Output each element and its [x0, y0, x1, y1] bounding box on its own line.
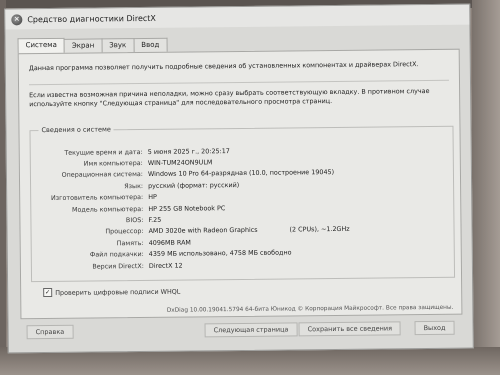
- button-bar: Справка Следующая страница Сохранить все…: [9, 320, 474, 340]
- intro-text: Данная программа позволяет получить подр…: [28, 60, 419, 73]
- save-all-button[interactable]: Сохранить все сведения: [298, 321, 402, 337]
- info-label: Язык:: [124, 181, 144, 191]
- info-label: Файл подкачки:: [89, 250, 144, 259]
- whql-checkbox-label: Проверить цифровые подписи WHQL: [55, 287, 181, 297]
- info-label: BIOS:: [125, 216, 144, 225]
- info-label: Версия DirectX:: [92, 261, 144, 271]
- divider: [29, 79, 449, 86]
- tab-strip: Система Экран Звук Ввод: [17, 37, 168, 54]
- info-label: Имя компьютера:: [83, 159, 143, 168]
- info-label: Память:: [116, 238, 144, 248]
- hint-text: Если известна возможная причина неполадк…: [29, 87, 430, 109]
- dxdiag-window: ✕ Средство диагностики DirectX Система Э…: [4, 3, 474, 354]
- info-label: Текущие время и дата:: [64, 147, 143, 157]
- system-info-rows: Текущие время и дата: 5 июня 2025 г., 20…: [31, 143, 456, 273]
- exit-button[interactable]: Выход: [414, 320, 455, 336]
- whql-checkbox-row[interactable]: ✓ Проверить цифровые подписи WHQL: [43, 287, 181, 298]
- help-button[interactable]: Справка: [26, 324, 74, 340]
- info-label: Модель компьютера:: [71, 204, 144, 214]
- photo-background-right: [472, 0, 500, 375]
- tab-input[interactable]: Ввод: [133, 37, 168, 53]
- window-title: Средство диагностики DirectX: [27, 13, 156, 24]
- system-info-group: Сведения о системе Текущие время и дата:…: [29, 125, 456, 283]
- copyright-note: DxDiag 10.00.19041.5794 64-бита Юникод ©…: [166, 304, 454, 314]
- tab-display[interactable]: Экран: [63, 38, 103, 53]
- title-bar: ✕ Средство диагностики DirectX: [5, 4, 470, 30]
- info-label: Изготовитель компьютера:: [50, 193, 144, 203]
- info-value-extra: (2 CPUs), ~1.2GHz: [289, 225, 350, 234]
- info-label: Процессор:: [105, 227, 144, 236]
- tab-system[interactable]: Система: [17, 37, 65, 54]
- info-value: DirectX 12: [148, 261, 183, 270]
- whql-checkbox[interactable]: ✓: [43, 287, 53, 298]
- directx-icon: ✕: [11, 13, 23, 25]
- system-info-legend: Сведения о системе: [38, 125, 114, 135]
- system-tab-panel: Данная программа позволяет получить подр…: [17, 48, 463, 320]
- info-label: Операционная система:: [61, 170, 143, 180]
- next-page-button[interactable]: Следующая страница: [204, 322, 298, 338]
- tab-sound[interactable]: Звук: [101, 38, 135, 53]
